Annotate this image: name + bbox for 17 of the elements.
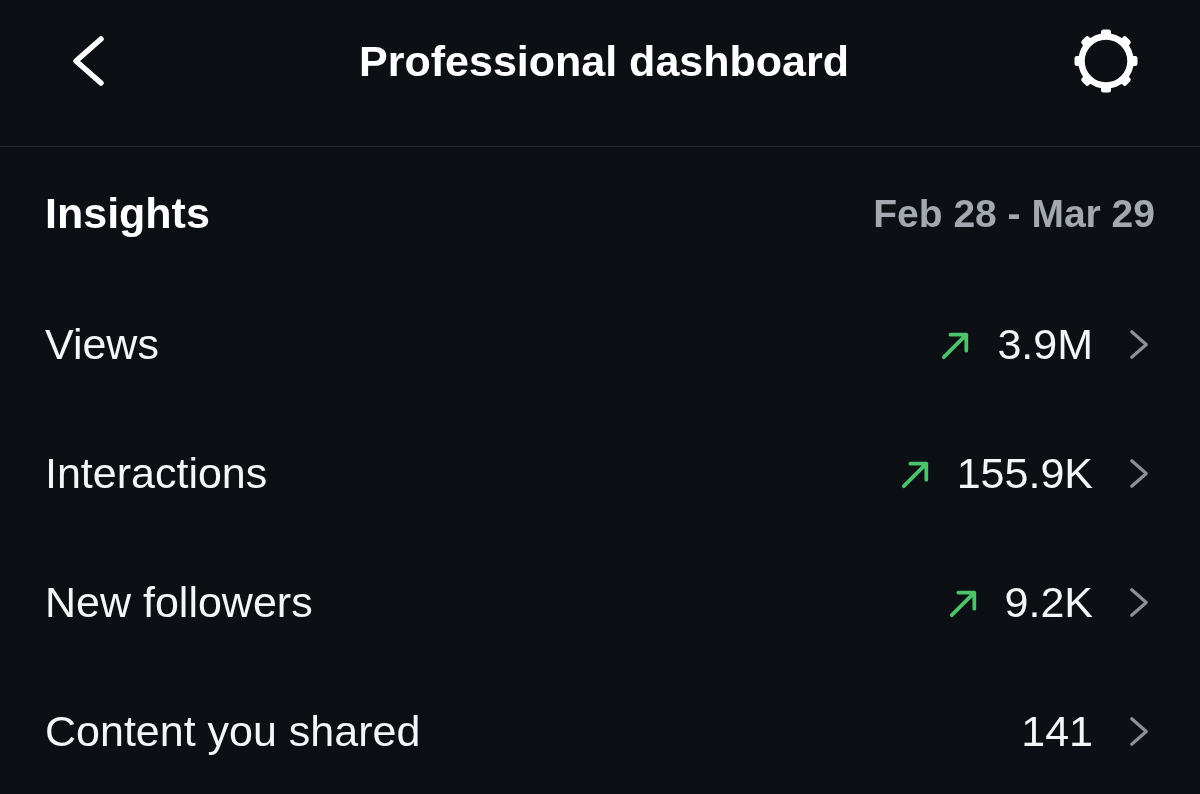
- settings-icon[interactable]: [1074, 29, 1138, 93]
- metric-value: 3.9M: [997, 320, 1093, 369]
- metric-label: Content you shared: [45, 707, 421, 756]
- page-title: Professional dashboard: [359, 36, 849, 86]
- section-title: Insights: [45, 189, 210, 238]
- chevron-right-icon[interactable]: [1129, 716, 1149, 747]
- metric-label: New followers: [45, 578, 313, 627]
- metric-label: Interactions: [45, 449, 268, 498]
- metric-value: 155.9K: [956, 449, 1093, 498]
- chevron-right-icon[interactable]: [1129, 587, 1149, 618]
- chevron-right-icon[interactable]: [1129, 458, 1149, 489]
- back-icon[interactable]: [70, 35, 106, 87]
- metric-value: 141: [1021, 707, 1093, 756]
- chevron-right-icon[interactable]: [1129, 329, 1149, 360]
- metric-value: 9.2K: [1004, 578, 1093, 627]
- date-range: Feb 28 - Mar 29: [873, 191, 1155, 236]
- metric-label: Views: [45, 320, 159, 369]
